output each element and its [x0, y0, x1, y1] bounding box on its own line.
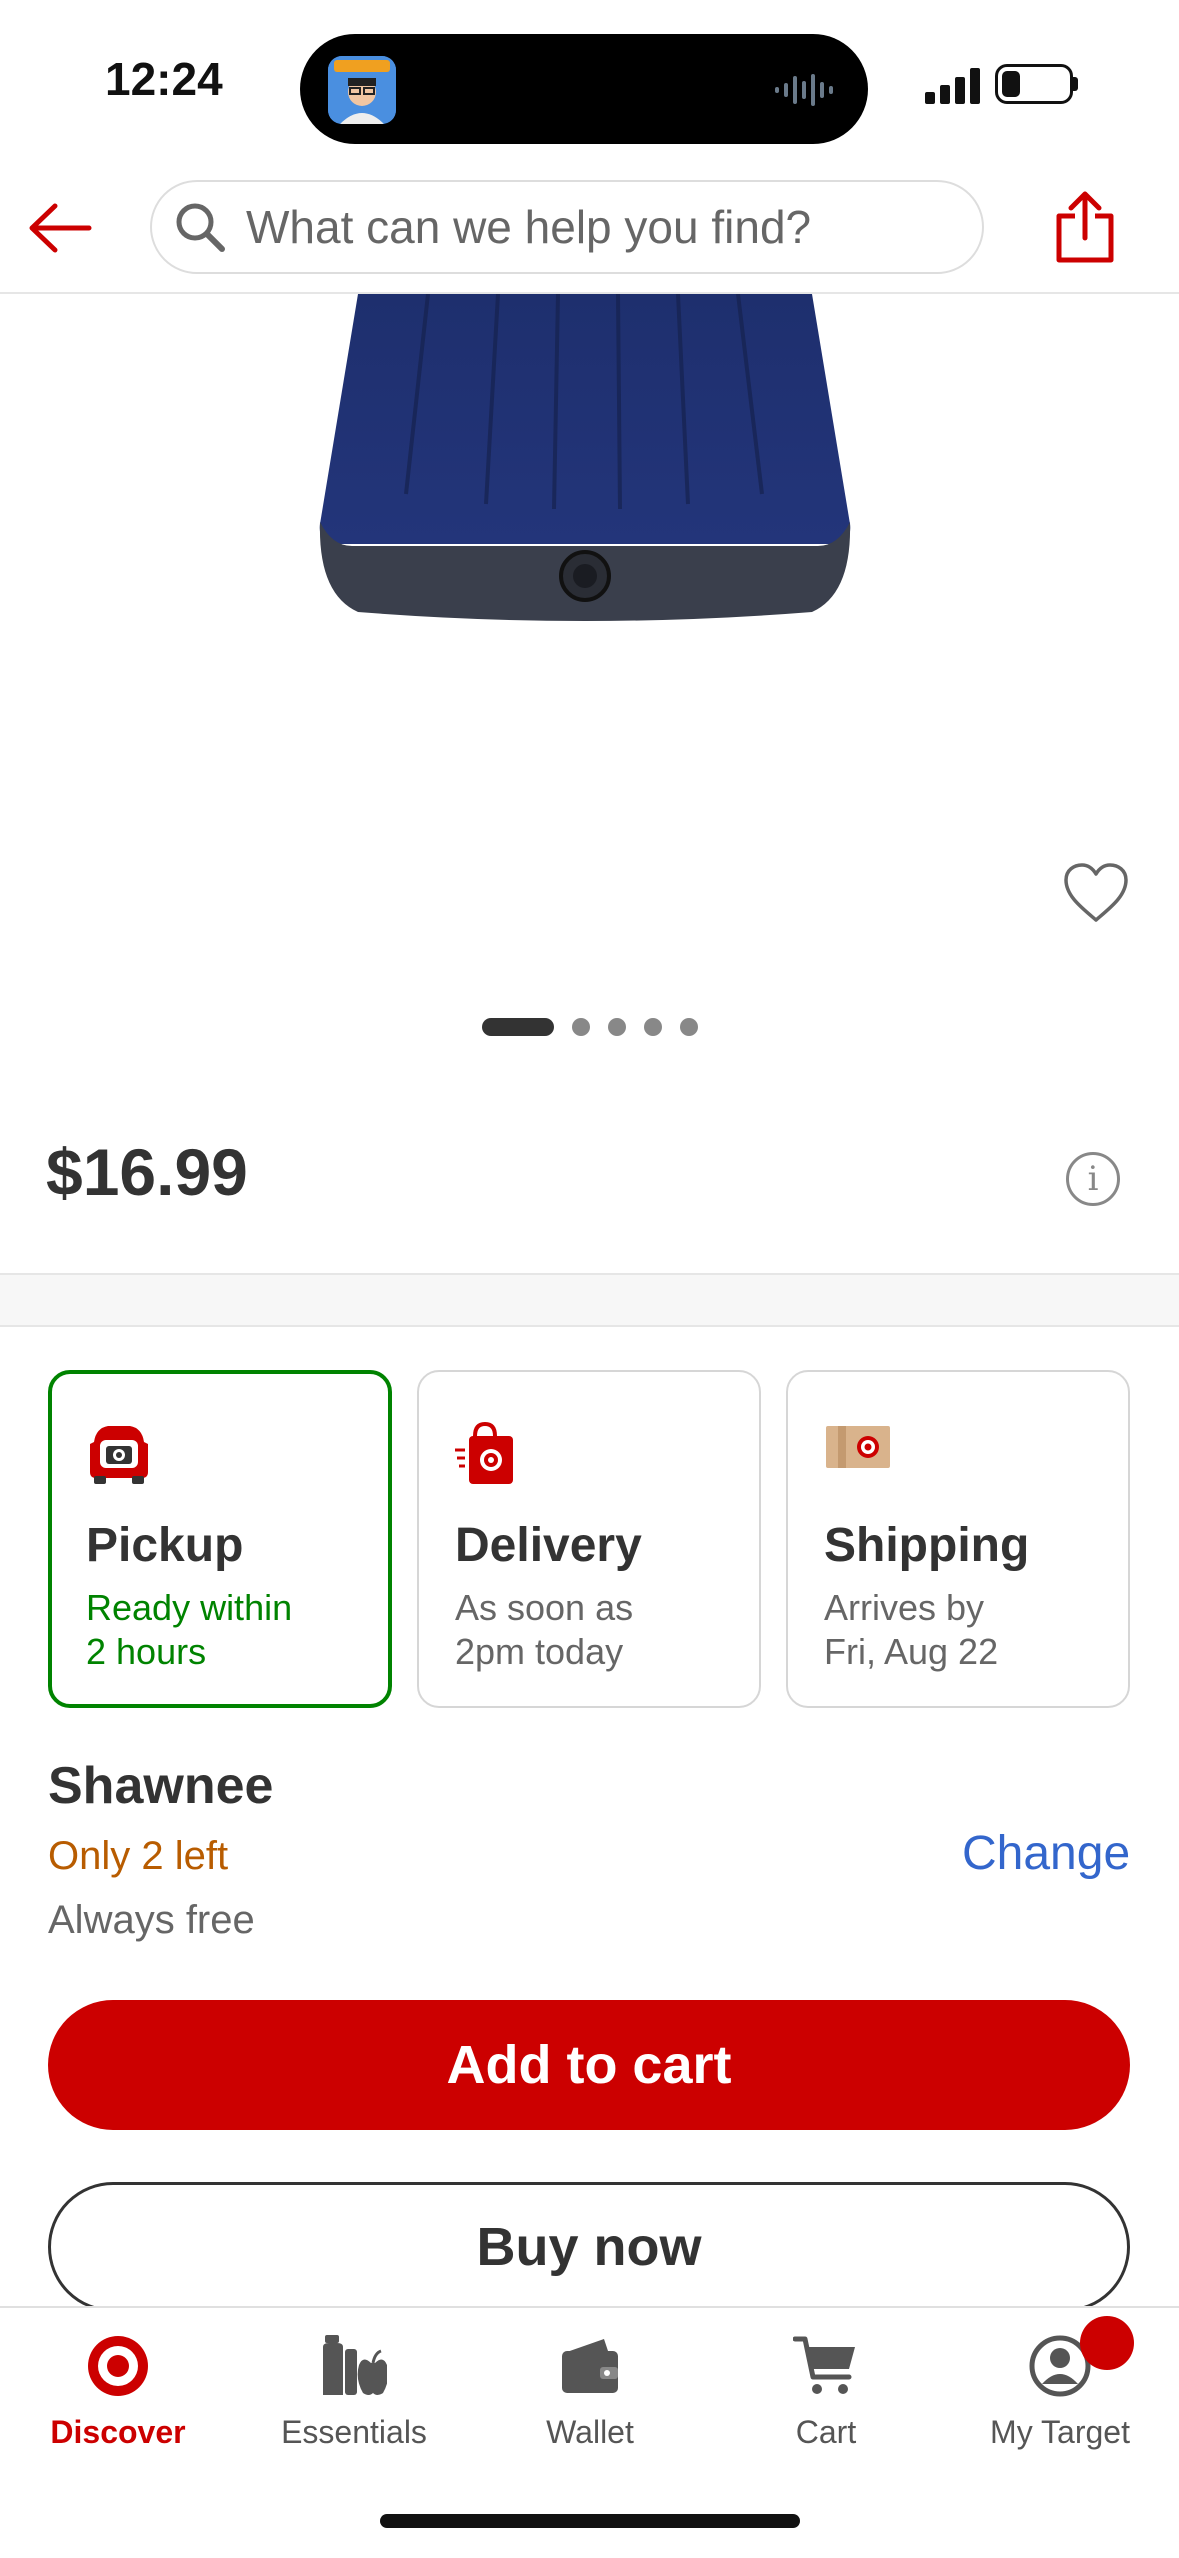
pickup-option-card[interactable]: Pickup Ready within 2 hours	[48, 1370, 392, 1708]
notification-badge	[1080, 2316, 1134, 2370]
nav-my-target[interactable]: My Target	[942, 2326, 1178, 2451]
nav-label: Essentials	[281, 2414, 427, 2450]
shipping-option-card[interactable]: Shipping Arrives by Fri, Aug 22	[786, 1370, 1130, 1708]
share-icon	[1056, 191, 1114, 263]
pickup-price-note: Always free	[48, 1898, 255, 1942]
status-time: 12:24	[105, 53, 223, 105]
target-logo-icon	[85, 2326, 151, 2406]
store-name: Shawnee	[48, 1757, 274, 1815]
home-indicator[interactable]	[380, 2514, 800, 2528]
option-subtitle-line2: 2 hours	[86, 1631, 207, 1672]
option-subtitle-line1: Ready within	[86, 1587, 293, 1628]
pickup-car-icon	[86, 1422, 152, 1489]
essentials-icon	[321, 2326, 387, 2406]
wallet-icon	[560, 2326, 620, 2406]
option-subtitle: As soon as 2pm today	[455, 1586, 745, 1674]
option-subtitle-line1: Arrives by	[824, 1587, 985, 1628]
battery-cap	[1073, 77, 1078, 91]
audio-wave-icon	[775, 72, 839, 113]
image-carousel-dots[interactable]	[482, 1018, 698, 1036]
share-button[interactable]	[1040, 182, 1130, 272]
product-image[interactable]	[318, 293, 852, 624]
nav-label: Discover	[50, 2414, 186, 2450]
carousel-dot[interactable]	[608, 1018, 626, 1036]
arrow-left-icon	[29, 203, 92, 253]
nav-essentials[interactable]: Essentials	[236, 2326, 472, 2451]
add-to-cart-button[interactable]: Add to cart	[48, 2000, 1130, 2130]
change-store-link[interactable]: Change	[962, 1826, 1130, 1881]
option-subtitle: Arrives by Fri, Aug 22	[824, 1586, 1114, 1674]
carousel-dot[interactable]	[482, 1018, 554, 1036]
cart-icon	[793, 2326, 859, 2406]
nav-discover[interactable]: Discover	[0, 2326, 236, 2451]
option-subtitle: Ready within 2 hours	[86, 1586, 376, 1674]
stock-status: Only 2 left	[48, 1834, 229, 1878]
island-avatar-icon	[328, 56, 396, 124]
price-info-icon[interactable]: i	[1066, 1152, 1120, 1206]
nav-cart[interactable]: Cart	[708, 2326, 944, 2451]
nav-label: My Target	[990, 2414, 1130, 2450]
nav-label: Wallet	[546, 2414, 634, 2450]
shipping-box-icon	[824, 1422, 892, 1477]
option-title: Pickup	[86, 1519, 244, 1572]
heart-icon	[1064, 863, 1128, 922]
carousel-dot[interactable]	[680, 1018, 698, 1036]
search-icon	[176, 203, 225, 252]
battery-icon	[995, 64, 1073, 104]
delivery-option-card[interactable]: Delivery As soon as 2pm today	[417, 1370, 761, 1708]
back-button[interactable]	[22, 190, 98, 266]
section-divider	[0, 1273, 1179, 1327]
carousel-dot[interactable]	[572, 1018, 590, 1036]
search-bar[interactable]	[150, 180, 984, 274]
search-input[interactable]	[244, 199, 948, 255]
option-subtitle-line1: As soon as	[455, 1587, 634, 1628]
option-subtitle-line2: 2pm today	[455, 1631, 624, 1672]
buy-now-button[interactable]: Buy now	[48, 2182, 1130, 2312]
option-title: Delivery	[455, 1519, 642, 1572]
nav-label: Cart	[795, 2414, 857, 2450]
favorite-button[interactable]	[1062, 862, 1140, 934]
delivery-bag-icon	[455, 1421, 515, 1491]
carousel-dot[interactable]	[644, 1018, 662, 1036]
nav-wallet[interactable]: Wallet	[472, 2326, 708, 2451]
cellular-signal-icon	[925, 68, 981, 109]
product-price: $16.99	[46, 1135, 248, 1209]
option-subtitle-line2: Fri, Aug 22	[824, 1631, 999, 1672]
option-title: Shipping	[824, 1519, 1030, 1572]
